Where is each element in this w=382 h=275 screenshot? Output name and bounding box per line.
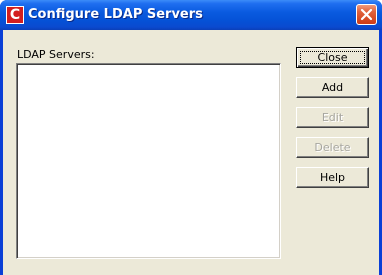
close-button[interactable]: Close	[296, 47, 369, 68]
app-icon: C	[6, 6, 24, 24]
help-button-label: Help	[319, 171, 346, 184]
close-icon	[360, 8, 373, 21]
window-title: Configure LDAP Servers	[28, 7, 203, 22]
edit-button[interactable]: Edit	[296, 107, 369, 128]
delete-button-label: Delete	[314, 141, 351, 154]
close-button-label: Close	[317, 51, 348, 64]
add-button-label: Add	[321, 81, 344, 94]
title-bar[interactable]: C Configure LDAP Servers	[0, 0, 382, 30]
edit-button-label: Edit	[321, 111, 344, 124]
add-button[interactable]: Add	[296, 77, 369, 98]
ldap-servers-list[interactable]	[16, 63, 281, 259]
delete-button[interactable]: Delete	[296, 137, 369, 158]
window-close-button[interactable]	[356, 4, 377, 25]
dialog-body: LDAP Servers: Close Add Edit Delete Help	[3, 30, 379, 275]
help-button[interactable]: Help	[296, 167, 369, 188]
ldap-servers-label: LDAP Servers:	[17, 48, 95, 61]
dialog-window: C Configure LDAP Servers LDAP Servers: C…	[0, 0, 382, 275]
